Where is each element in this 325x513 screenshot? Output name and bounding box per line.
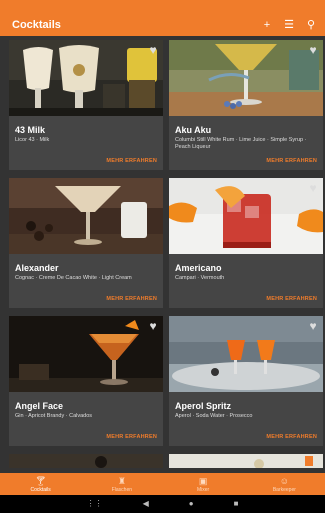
cocktail-card[interactable]: ♥ 43 Milk Licor 43 · Milk MEHR ERFAHREN [9, 40, 163, 170]
heart-icon[interactable]: ♥ [307, 44, 319, 56]
learn-more-link[interactable]: MEHR ERFAHREN [266, 434, 317, 440]
cocktail-name: Americano [175, 263, 222, 273]
app-bar: Cocktails + ☰ ⚲ [0, 0, 325, 36]
heart-icon[interactable]: ♥ [147, 320, 159, 332]
learn-more-link[interactable]: MEHR ERFAHREN [266, 296, 317, 302]
cocktail-image: ♥ [169, 40, 323, 116]
cocktail-card[interactable]: ♥ Aku Aku Columbi Still White Rum · Lime… [169, 40, 323, 170]
cocktail-ingredients: Cognac · Creme De Cacao White · Light Cr… [15, 275, 132, 281]
cocktail-image: ♥ [9, 40, 163, 116]
tab-cocktails[interactable]: 🍸︎ Cocktails [0, 473, 81, 495]
home-icon[interactable]: ● [189, 500, 194, 508]
person-icon: ☺ [279, 475, 289, 486]
system-navigation-bar: ⋮⋮ ◀ ● ■ [0, 495, 325, 513]
tab-barkeeper[interactable]: ☺ Barkeeper [244, 473, 325, 495]
learn-more-link[interactable]: MEHR ERFAHREN [106, 158, 157, 164]
learn-more-link[interactable]: MEHR ERFAHREN [106, 296, 157, 302]
tab-label: Flaschen [111, 486, 133, 493]
learn-more-link[interactable]: MEHR ERFAHREN [106, 434, 157, 440]
cocktail-image [9, 178, 163, 254]
cocktail-card[interactable]: Alexander Cognac · Creme De Cacao White … [9, 178, 163, 308]
cocktail-card[interactable]: ♥ Aperol Spritz Aperol · Soda Water · Pr… [169, 316, 323, 446]
cocktail-ingredients: Licor 43 · Milk [15, 137, 50, 143]
recents-icon[interactable]: ■ [234, 500, 239, 508]
tab-mixer[interactable]: ▣ Mixer [163, 473, 244, 495]
cocktail-name: Aperol Spritz [175, 401, 232, 411]
cocktail-image: ♥ [9, 316, 163, 392]
cocktail-name: 43 Milk [15, 125, 46, 135]
cocktail-name: Aku Aku [175, 125, 212, 135]
cocktail-grid[interactable]: ♥ 43 Milk Licor 43 · Milk MEHR ERFAHREN … [0, 36, 325, 473]
heart-icon[interactable]: ♥ [147, 44, 159, 56]
tab-label: Cocktails [30, 486, 51, 493]
cocktail-card[interactable]: ♥ Americano Campari · Vermouth MEHR ERFA… [169, 178, 323, 308]
plus-icon[interactable]: + [261, 19, 273, 31]
cocktail-image [9, 454, 163, 468]
cocktail-ingredients: Columbi Still White Rum · Lime Juice · S… [175, 137, 307, 150]
cocktail-name: Alexander [15, 263, 59, 273]
bottom-navigation: 🍸︎ Cocktails ♜ Flaschen ▣ Mixer ☺ Barkee… [0, 473, 325, 495]
tab-label: Mixer [197, 486, 210, 493]
mixer-icon: ▣ [198, 475, 208, 486]
tab-flaschen[interactable]: ♜ Flaschen [81, 473, 162, 495]
app-drawer-icon[interactable]: ⋮⋮ [87, 500, 103, 508]
cocktail-glass-icon: 🍸︎ [34, 475, 47, 486]
heart-icon[interactable]: ♥ [307, 320, 319, 332]
heart-icon[interactable]: ♥ [307, 182, 319, 194]
cocktail-card[interactable] [169, 454, 323, 468]
cocktail-ingredients: Aperol · Soda Water · Prosecco [175, 413, 253, 419]
cocktail-image: ♥ [169, 178, 323, 254]
cocktail-image: ♥ [169, 316, 323, 392]
cocktail-card[interactable] [9, 454, 163, 468]
bottle-icon: ♜ [117, 475, 126, 486]
tab-label: Barkeeper [272, 486, 296, 493]
cocktail-ingredients: Campari · Vermouth [175, 275, 225, 281]
cocktail-image [169, 454, 323, 468]
search-icon[interactable]: ⚲ [305, 19, 317, 31]
cocktail-name: Angel Face [15, 401, 64, 411]
page-title: Cocktails [12, 19, 61, 31]
filter-icon[interactable]: ☰ [283, 19, 295, 31]
cocktail-card[interactable]: ♥ Angel Face Gin · Apricot Brandy · Calv… [9, 316, 163, 446]
app-bar-actions: + ☰ ⚲ [261, 19, 317, 31]
cocktail-ingredients: Gin · Apricot Brandy · Calvados [15, 413, 93, 419]
back-icon[interactable]: ◀ [143, 500, 149, 508]
learn-more-link[interactable]: MEHR ERFAHREN [266, 158, 317, 164]
